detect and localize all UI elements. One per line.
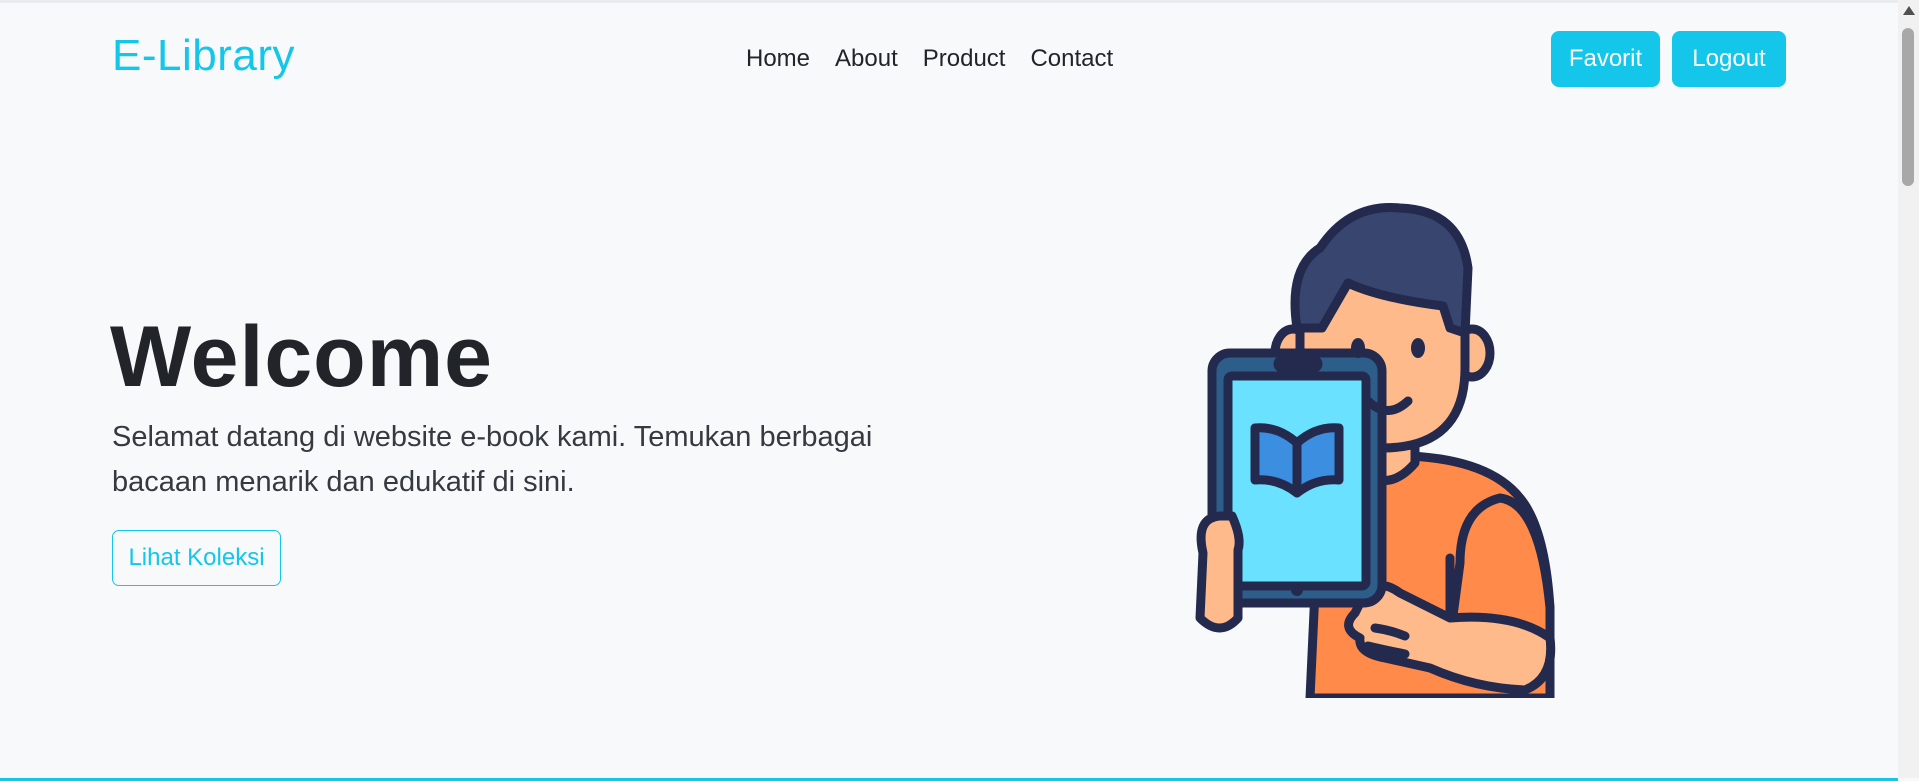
nav-product[interactable]: Product [923, 45, 1006, 73]
scroll-up-arrow-icon[interactable] [1903, 6, 1915, 15]
nav-about[interactable]: About [835, 45, 898, 73]
hero-title: Welcome [110, 309, 493, 405]
nav-home[interactable]: Home [746, 45, 810, 73]
favorit-button[interactable]: Favorit [1551, 31, 1660, 87]
brand-logo[interactable]: E-Library [112, 31, 295, 81]
logout-button[interactable]: Logout [1672, 31, 1786, 87]
page: E-Library Home About Product Contact Fav… [0, 0, 1898, 781]
main-nav: Home About Product Contact [746, 45, 1113, 73]
boy-reading-ebook-illustration [1195, 203, 1556, 698]
hero-subtitle: Selamat datang di website e-book kami. T… [112, 421, 873, 498]
nav-contact[interactable]: Contact [1030, 45, 1113, 73]
vertical-scrollbar[interactable] [1898, 0, 1919, 778]
scrollbar-thumb[interactable] [1902, 28, 1914, 186]
view-collection-button[interactable]: Lihat Koleksi [112, 530, 281, 586]
